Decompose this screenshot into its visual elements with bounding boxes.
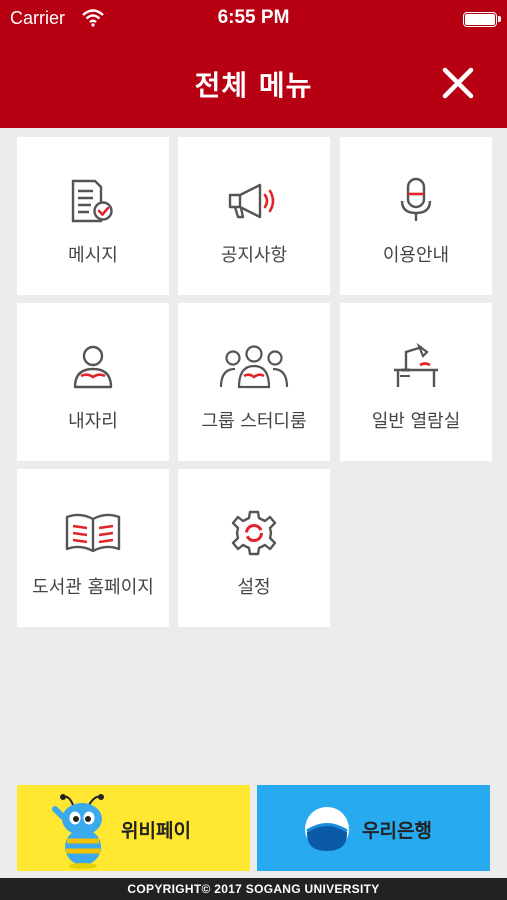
status-bar: Carrier 6:55 PM — [0, 0, 507, 40]
menu-item-reading-room[interactable]: 일반 열람실 — [340, 303, 492, 461]
clock: 6:55 PM — [217, 7, 290, 28]
menu-item-my-seat[interactable]: 내자리 — [17, 303, 169, 461]
person-reading-icon — [73, 345, 113, 389]
menu-item-label: 메시지 — [68, 245, 118, 266]
wibee-pay-button[interactable]: 위비페이 — [17, 785, 250, 871]
menu-item-message[interactable]: 메시지 — [17, 137, 169, 295]
wibee-mascot-icon — [52, 794, 104, 869]
woori-bank-label: 우리은행 — [362, 820, 432, 842]
menu-item-label: 설정 — [237, 577, 271, 598]
menu-item-label: 일반 열람실 — [371, 411, 461, 432]
microphone-icon — [400, 177, 432, 221]
group-reading-icon — [219, 345, 289, 389]
menu-item-label: 이용안내 — [382, 245, 450, 266]
battery-icon — [463, 12, 501, 27]
menu-item-label: 공지사항 — [220, 245, 288, 266]
woori-bank-button[interactable]: 우리은행 — [257, 785, 490, 871]
close-icon — [442, 67, 474, 99]
menu-item-guide[interactable]: 이용안내 — [340, 137, 492, 295]
megaphone-icon — [228, 183, 275, 219]
message-document-icon — [71, 179, 113, 223]
woori-bank-logo-icon — [305, 807, 349, 851]
bottom-shortcuts: 위비페이 우리은행 — [0, 785, 507, 871]
close-button[interactable] — [440, 65, 476, 101]
menu-item-label: 내자리 — [68, 411, 118, 432]
menu-item-settings[interactable]: 설정 — [178, 469, 330, 627]
page-title: 전체 메뉴 — [194, 69, 313, 102]
header-bar: 전체 메뉴 — [0, 40, 507, 128]
menu-item-library-homepage[interactable]: 도서관 홈페이지 — [17, 469, 169, 627]
study-desk-icon — [394, 343, 438, 387]
menu-item-label: 그룹 스터디룸 — [201, 411, 307, 432]
wibee-pay-label: 위비페이 — [121, 820, 191, 842]
open-book-icon — [65, 513, 121, 553]
menu-item-label: 도서관 홈페이지 — [32, 577, 154, 598]
gear-icon — [231, 510, 277, 556]
menu-item-group-study-room[interactable]: 그룹 스터디룸 — [178, 303, 330, 461]
copyright-footer: COPYRIGHT© 2017 SOGANG UNIVERSITY — [0, 878, 507, 900]
menu-item-notice[interactable]: 공지사항 — [178, 137, 330, 295]
